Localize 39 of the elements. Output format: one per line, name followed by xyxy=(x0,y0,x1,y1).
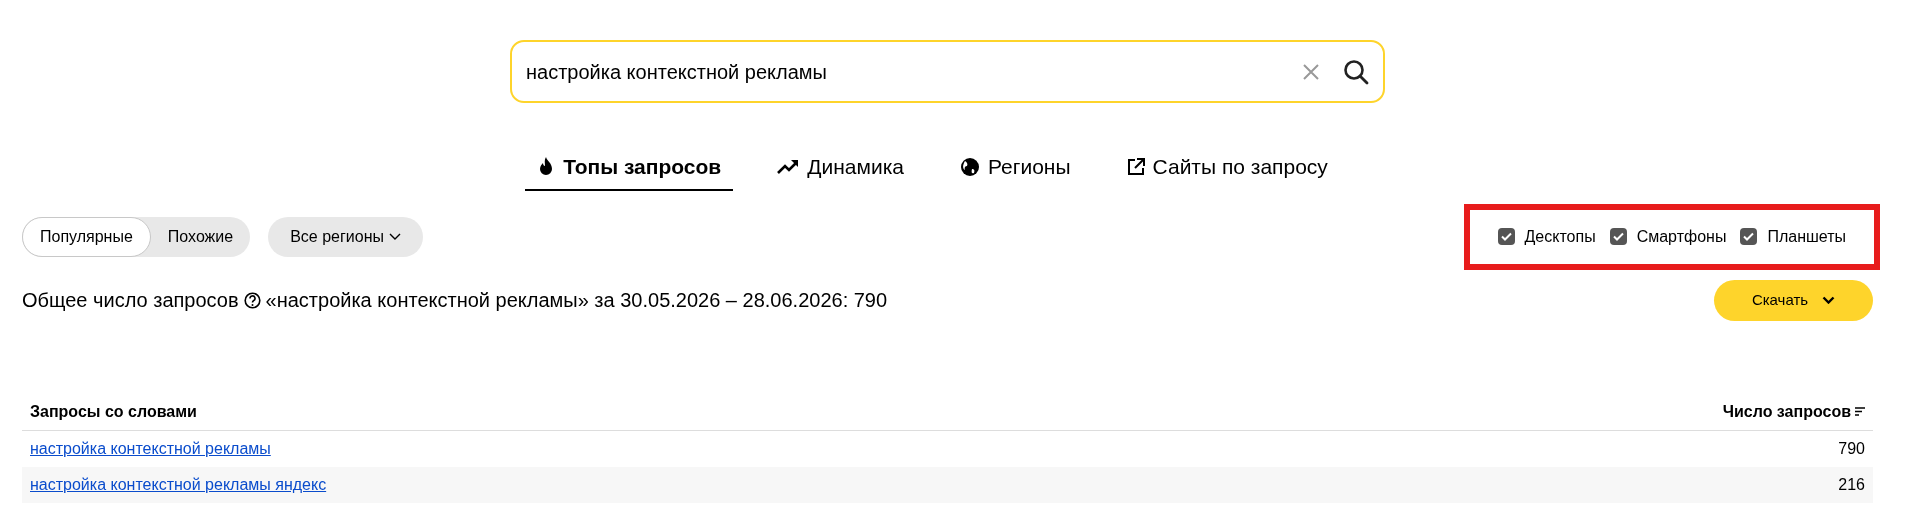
external-link-icon xyxy=(1126,157,1145,176)
checkbox[interactable] xyxy=(1497,228,1515,245)
tab[interactable]: Динамика xyxy=(765,151,916,191)
query-link[interactable]: настройка контекстной рекламы яндекс xyxy=(30,472,327,497)
tab[interactable]: Топы запросов xyxy=(525,151,734,191)
table-cell-text: 216 xyxy=(1838,474,1865,495)
clear-icon[interactable] xyxy=(1303,63,1319,80)
query-link[interactable]: настройка контекстной рекламы xyxy=(30,436,271,461)
segment-option[interactable]: Похожие xyxy=(150,216,251,257)
checkmark-icon xyxy=(1743,232,1755,241)
device-checkbox[interactable]: Смартфоны xyxy=(1609,224,1727,249)
checkbox-label: Планшеты xyxy=(1767,226,1846,247)
checkbox-label: Смартфоны xyxy=(1636,226,1727,247)
table-cell-text: 790 xyxy=(1838,438,1865,459)
sort-icon[interactable] xyxy=(1855,407,1865,416)
trend-icon xyxy=(777,158,800,175)
region-dropdown[interactable]: Все регионы xyxy=(268,216,423,257)
device-checkbox[interactable]: Десктопы xyxy=(1497,224,1596,249)
chevron-down-icon xyxy=(1822,296,1836,304)
search-field[interactable]: настройка контекстной рекламы xyxy=(510,40,1385,103)
checkbox-label: Десктопы xyxy=(1524,226,1596,247)
checkmark-icon xyxy=(1612,232,1624,241)
checkbox[interactable] xyxy=(1609,228,1627,245)
tab[interactable]: Сайты по запросу xyxy=(1114,151,1340,191)
globe-icon xyxy=(960,156,980,177)
device-checkbox[interactable]: Планшеты xyxy=(1740,224,1846,249)
summary-label: Общее число запросов xyxy=(22,288,239,313)
summary-text: «настройка контекстной рекламы» за 30.05.2026 – 28.06.2026: 790 xyxy=(265,288,888,313)
search-icon[interactable] xyxy=(1343,58,1369,85)
segment-option[interactable]: Популярные xyxy=(22,216,151,257)
help-icon[interactable] xyxy=(243,291,261,309)
tab[interactable]: Регионы xyxy=(948,151,1083,191)
checkmark-icon xyxy=(1500,232,1512,241)
chevron-down-icon xyxy=(388,232,401,241)
download-button[interactable]: Скачать xyxy=(1714,279,1873,321)
column-header: Запросы со словами xyxy=(30,401,198,422)
checkbox[interactable] xyxy=(1740,228,1758,245)
column-header[interactable]: Число запросов xyxy=(1722,399,1865,424)
search-text[interactable]: настройка контекстной рекламы xyxy=(526,56,1303,87)
